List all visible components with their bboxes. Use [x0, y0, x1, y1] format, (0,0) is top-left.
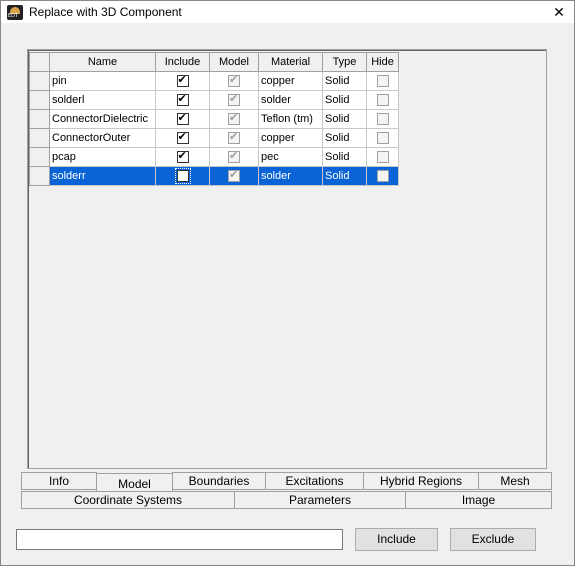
cell-material[interactable]: Teflon (tm) — [258, 109, 323, 129]
hide-cell — [366, 166, 399, 186]
include-button[interactable]: Include — [355, 528, 438, 551]
model-cell — [209, 109, 259, 129]
tab-boundaries[interactable]: Boundaries — [172, 472, 266, 490]
model-checkbox — [228, 111, 240, 126]
object-grid-panel: Name Include Model Material Type Hide pi… — [27, 49, 547, 469]
tab-coordinate-systems[interactable]: Coordinate Systems — [21, 491, 235, 509]
model-checkbox — [228, 73, 240, 88]
exclude-button[interactable]: Exclude — [450, 528, 536, 551]
include-checkbox[interactable] — [176, 149, 189, 164]
include-cell — [155, 128, 210, 148]
model-cell — [209, 71, 259, 91]
model-cell — [209, 147, 259, 167]
model-cell — [209, 166, 259, 186]
tab-mesh[interactable]: Mesh — [478, 472, 552, 490]
object-filter-input[interactable] — [16, 529, 343, 550]
include-checkbox[interactable] — [176, 111, 189, 126]
column-header-model[interactable]: Model — [209, 52, 259, 72]
cell-type[interactable]: Solid — [322, 90, 367, 110]
cell-name[interactable]: ConnectorOuter — [49, 128, 156, 148]
hide-cell — [366, 90, 399, 110]
cell-material[interactable]: solder — [258, 90, 323, 110]
grid-corner-cell — [29, 52, 50, 72]
include-checkbox[interactable] — [176, 130, 189, 145]
cell-name[interactable]: solderl — [49, 90, 156, 110]
table-row[interactable]: pcap pecSolid — [29, 147, 399, 167]
cell-type[interactable]: Solid — [322, 166, 367, 186]
include-cell — [155, 166, 210, 186]
column-header-material[interactable]: Material — [258, 52, 323, 72]
cell-type[interactable]: Solid — [322, 147, 367, 167]
hide-checkbox — [376, 75, 389, 88]
row-header-cell[interactable] — [29, 166, 50, 186]
close-icon[interactable]: ✕ — [550, 3, 568, 21]
cell-name[interactable]: pcap — [49, 147, 156, 167]
hide-cell — [366, 128, 399, 148]
cell-type[interactable]: Solid — [322, 71, 367, 91]
row-header-cell[interactable] — [29, 128, 50, 148]
cell-material[interactable]: copper — [258, 128, 323, 148]
hide-checkbox — [376, 132, 389, 145]
table-row[interactable]: pin copperSolid — [29, 71, 399, 91]
row-header-cell[interactable] — [29, 147, 50, 167]
window-title: Replace with 3D Component — [29, 5, 182, 19]
row-header-cell[interactable] — [29, 109, 50, 129]
cell-name[interactable]: ConnectorDielectric — [49, 109, 156, 129]
row-header-cell[interactable] — [29, 90, 50, 110]
table-row[interactable]: solderr solderSolid — [29, 166, 399, 186]
object-grid: Name Include Model Material Type Hide pi… — [29, 52, 399, 186]
tab-info[interactable]: Info — [21, 472, 97, 490]
tab-hybrid-regions[interactable]: Hybrid Regions — [363, 472, 479, 490]
column-header-name[interactable]: Name — [49, 52, 156, 72]
tab-parameters[interactable]: Parameters — [234, 491, 406, 509]
hide-checkbox — [376, 151, 389, 164]
cell-name[interactable]: solderr — [49, 166, 156, 186]
cell-material[interactable]: copper — [258, 71, 323, 91]
hide-checkbox — [376, 170, 389, 183]
include-checkbox[interactable] — [176, 92, 189, 107]
column-header-hide[interactable]: Hide — [366, 52, 399, 72]
column-header-include[interactable]: Include — [155, 52, 210, 72]
grid-header-row: Name Include Model Material Type Hide — [29, 52, 399, 72]
model-cell — [209, 128, 259, 148]
model-checkbox — [228, 149, 240, 164]
hide-cell — [366, 109, 399, 129]
app-logo-icon — [7, 5, 23, 20]
include-cell — [155, 109, 210, 129]
include-checkbox[interactable] — [174, 168, 191, 185]
table-row[interactable]: ConnectorDielectric Teflon (tm)Solid — [29, 109, 399, 129]
include-cell — [155, 90, 210, 110]
model-checkbox — [228, 168, 240, 183]
hide-cell — [366, 71, 399, 91]
title-bar: Replace with 3D Component ✕ — [1, 1, 574, 23]
include-cell — [155, 147, 210, 167]
table-row[interactable]: solderl solderSolid — [29, 90, 399, 110]
table-row[interactable]: ConnectorOuter copperSolid — [29, 128, 399, 148]
hide-checkbox — [376, 113, 389, 126]
tab-excitations[interactable]: Excitations — [265, 472, 364, 490]
model-cell — [209, 90, 259, 110]
cell-material[interactable]: pec — [258, 147, 323, 167]
cell-type[interactable]: Solid — [322, 109, 367, 129]
model-checkbox — [228, 130, 240, 145]
tab-image[interactable]: Image — [405, 491, 552, 509]
tab-strip: Info Model Boundaries Excitations Hybrid… — [21, 472, 553, 510]
row-header-cell[interactable] — [29, 71, 50, 91]
cell-material[interactable]: solder — [258, 166, 323, 186]
tab-model[interactable]: Model — [96, 473, 173, 492]
dialog-window: Replace with 3D Component ✕ Name Include… — [0, 0, 575, 566]
hide-cell — [366, 147, 399, 167]
cell-name[interactable]: pin — [49, 71, 156, 91]
column-header-type[interactable]: Type — [322, 52, 367, 72]
include-cell — [155, 71, 210, 91]
cell-type[interactable]: Solid — [322, 128, 367, 148]
include-checkbox[interactable] — [176, 73, 189, 88]
hide-checkbox — [376, 94, 389, 107]
model-checkbox — [228, 92, 240, 107]
